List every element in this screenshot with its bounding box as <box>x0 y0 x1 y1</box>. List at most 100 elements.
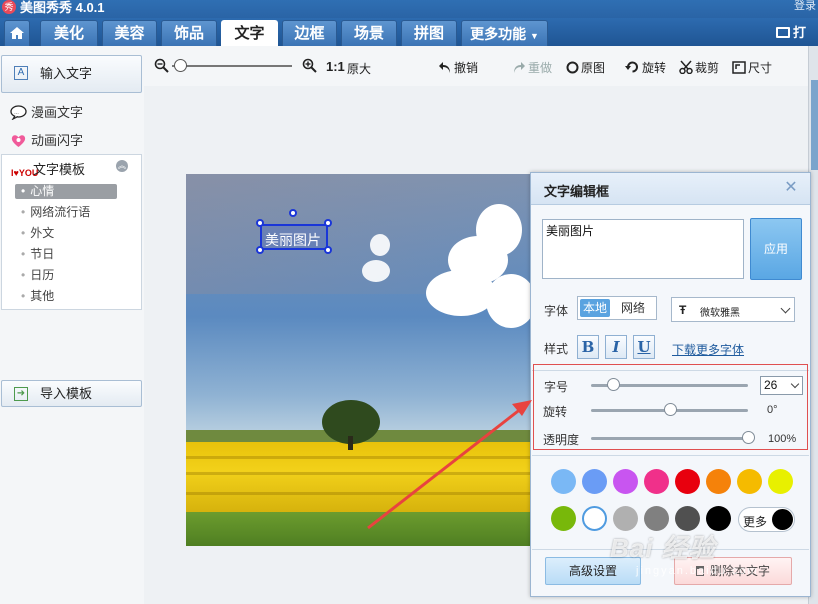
category-mood[interactable]: 心情 <box>15 184 117 199</box>
color-swatch[interactable] <box>551 506 576 531</box>
tab-beautify[interactable]: 美化 <box>40 20 98 46</box>
color-swatch[interactable] <box>551 469 576 494</box>
toolbar: 1:1 原大 撤销 重做 原图 旋转 裁剪 尺寸 <box>144 46 808 86</box>
scissors-icon <box>679 60 693 75</box>
resize-handle-top-right[interactable] <box>324 219 332 227</box>
color-swatch[interactable] <box>768 469 793 494</box>
sidebar-item-animated-text[interactable]: 动画闪字 <box>10 130 83 149</box>
collapse-icon[interactable]: ︽ <box>116 160 128 172</box>
more-features-menu[interactable]: 更多功能 ▼ <box>461 20 548 46</box>
more-features-label: 更多功能 <box>470 26 527 42</box>
category-internet-slang[interactable]: 网络流行语 <box>15 205 117 220</box>
tab-collage[interactable]: 拼图 <box>401 20 457 46</box>
current-color-swatch <box>772 509 793 530</box>
font-source-local[interactable]: 本地 <box>580 299 611 317</box>
app-logo: 秀 <box>2 0 16 14</box>
rotate-icon <box>625 61 638 73</box>
color-swatch[interactable] <box>644 469 669 494</box>
category-calendar[interactable]: 日历 <box>15 268 117 283</box>
more-colors-label: 更多 <box>743 515 768 529</box>
original-size-button[interactable]: 原大 <box>347 60 371 77</box>
input-text-label: 输入文字 <box>40 66 93 81</box>
zoom-slider-handle[interactable] <box>174 59 187 72</box>
font-type-icon: Ŧ <box>679 303 687 317</box>
text-template-header[interactable]: I♥YOU文字模板 <box>11 159 85 178</box>
redo-icon <box>514 62 525 73</box>
main-nav: 美化 美容 饰品 文字 边框 场景 拼图 更多功能 ▼ 打开 <box>0 18 818 62</box>
close-icon[interactable]: ✕ <box>783 180 799 196</box>
color-swatch[interactable] <box>582 506 607 531</box>
category-holiday[interactable]: 节日 <box>15 247 117 262</box>
original-image-label: 原图 <box>581 61 606 75</box>
sidebar-item-comic-text[interactable]: … 漫画文字 <box>10 102 83 121</box>
download-more-fonts-link[interactable]: 下载更多字体 <box>672 341 744 358</box>
original-image-button[interactable]: 原图 <box>566 59 605 76</box>
app-title: 美图秀秀 4.0.1 <box>20 0 105 15</box>
chevron-down-icon <box>780 303 791 314</box>
text-input-icon: A <box>14 66 28 80</box>
login-link[interactable]: 登录 <box>794 0 816 13</box>
bold-button[interactable]: B <box>577 335 599 359</box>
redo-button[interactable]: 重做 <box>512 59 552 76</box>
import-template-button[interactable]: ➜ 导入模板 <box>1 380 142 407</box>
font-family-select[interactable]: Ŧ 微软雅黑 <box>671 297 795 322</box>
resize-handle-bottom-right[interactable] <box>324 246 332 254</box>
tab-frames[interactable]: 边框 <box>282 20 337 46</box>
watermark-logo: Bai 经验 <box>610 533 716 563</box>
undo-button[interactable]: 撤销 <box>438 59 478 76</box>
photo-cloud <box>362 260 390 282</box>
speech-bubble-icon: … <box>10 105 27 121</box>
text-overlay-box[interactable]: 美丽图片 <box>260 224 328 250</box>
color-swatch[interactable] <box>582 469 607 494</box>
resize-handle-bottom-left[interactable] <box>256 246 264 254</box>
more-colors-button[interactable]: 更多 <box>738 507 795 532</box>
font-label: 字体 <box>544 304 569 318</box>
love-you-icon: I♥YOU <box>11 168 39 178</box>
photo-tree-trunk <box>348 436 353 450</box>
text-content-input[interactable]: 美丽图片 <box>542 219 744 279</box>
color-swatch[interactable] <box>706 469 731 494</box>
watermark-url: jingyan.baidu.com <box>636 565 759 577</box>
tab-accessories[interactable]: 饰品 <box>161 20 217 46</box>
animated-text-label: 动画闪字 <box>31 133 84 148</box>
home-icon[interactable] <box>4 20 30 46</box>
color-swatch[interactable] <box>613 469 638 494</box>
underline-button[interactable]: U <box>633 335 655 359</box>
crop-button[interactable]: 裁剪 <box>679 59 719 76</box>
resize-handle-top-left[interactable] <box>256 219 264 227</box>
category-other[interactable]: 其他 <box>15 289 117 304</box>
style-label: 样式 <box>544 342 569 356</box>
annotation-highlight-box <box>533 364 808 450</box>
svg-text:…: … <box>14 110 19 116</box>
title-bar: 秀 美图秀秀 4.0.1 登录 <box>0 0 818 18</box>
photo-canvas[interactable]: 美丽图片 <box>186 174 532 546</box>
dialog-header[interactable]: 文字编辑框 ✕ <box>531 173 810 205</box>
rotate-button[interactable]: 旋转 <box>625 59 666 76</box>
undo-label: 撤销 <box>454 61 479 75</box>
input-text-button[interactable]: A 输入文字 <box>1 55 142 93</box>
color-swatch[interactable] <box>737 469 762 494</box>
tab-scenes[interactable]: 场景 <box>341 20 397 46</box>
field-stripe <box>186 472 532 475</box>
field-stripe <box>186 456 532 459</box>
resize-button[interactable]: 尺寸 <box>732 59 772 76</box>
category-foreign[interactable]: 外文 <box>15 226 117 241</box>
text-overlay-label: 美丽图片 <box>265 232 321 248</box>
rotate-handle[interactable] <box>289 209 297 217</box>
italic-button[interactable]: I <box>605 335 627 359</box>
redo-label: 重做 <box>528 61 553 75</box>
tab-text[interactable]: 文字 <box>221 20 278 46</box>
color-swatch[interactable] <box>675 469 700 494</box>
zoom-ratio-button[interactable]: 1:1 <box>326 59 345 74</box>
font-source-web[interactable]: 网络 <box>618 299 648 317</box>
tab-beauty[interactable]: 美容 <box>102 20 157 46</box>
right-panel-thumbnail[interactable] <box>811 80 818 170</box>
zoom-in-icon[interactable] <box>302 58 317 73</box>
open-button[interactable]: 打开 <box>776 22 818 62</box>
zoom-out-icon[interactable] <box>154 58 169 73</box>
zoom-slider-track[interactable] <box>172 65 292 67</box>
text-template-label: 文字模板 <box>33 162 86 177</box>
crop-label: 裁剪 <box>695 61 720 75</box>
text-template-panel: I♥YOU文字模板 ︽ 心情 网络流行语 外文 节日 日历 其他 <box>1 154 142 310</box>
apply-button[interactable]: 应用 <box>750 218 802 280</box>
